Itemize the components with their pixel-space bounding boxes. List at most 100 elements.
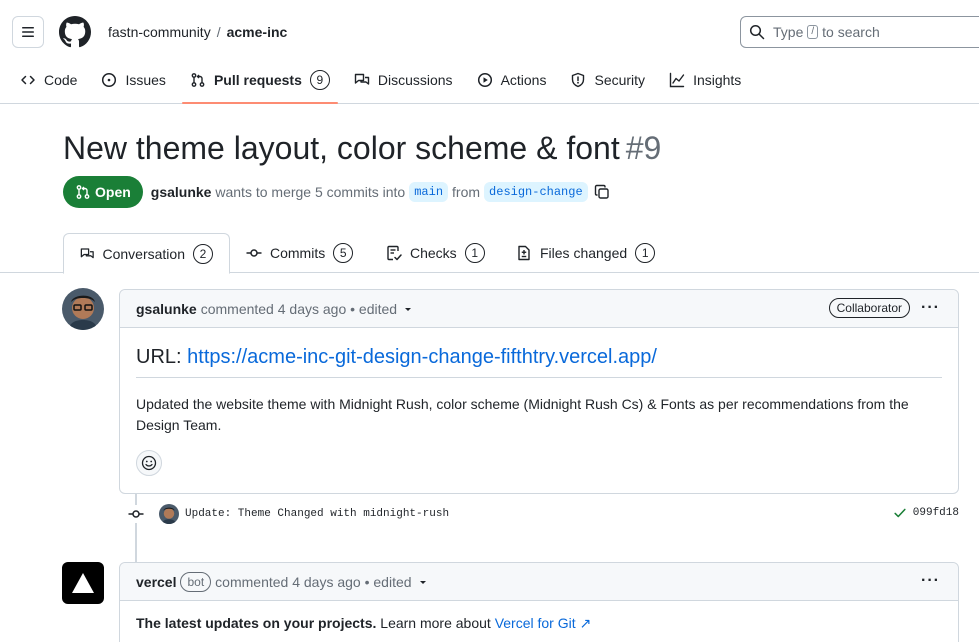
tab-label: Actions xyxy=(500,72,547,88)
body-text: Learn more about xyxy=(380,615,491,631)
avatar[interactable] xyxy=(159,504,179,524)
git-commit-icon xyxy=(127,505,145,523)
tab-security[interactable]: Security xyxy=(562,64,653,96)
checklist-icon xyxy=(387,245,402,261)
commit-sha[interactable]: 099fd18 xyxy=(913,507,959,519)
tab-label: Discussions xyxy=(377,72,453,88)
github-logo-icon[interactable] xyxy=(59,16,91,48)
tab-label: Checks xyxy=(410,245,457,261)
from-text: from xyxy=(452,184,481,200)
owner-link[interactable]: fastn-community xyxy=(108,24,211,40)
tab-label: Commits xyxy=(270,245,326,261)
commit-message[interactable]: Update: Theme Changed with midnight-rush xyxy=(185,508,449,520)
tab-label: Security xyxy=(594,72,646,88)
breadcrumb: fastn-community / acme-inc xyxy=(108,24,287,40)
vercel-logo-icon[interactable] xyxy=(62,562,104,604)
preview-url-link[interactable]: https://acme-inc-git-design-change-fifth… xyxy=(187,346,657,368)
code-icon xyxy=(21,75,35,85)
comment-heading: URL: https://acme-inc-git-design-change-… xyxy=(136,346,942,378)
base-branch[interactable]: main xyxy=(409,182,449,202)
hamburger-icon xyxy=(22,27,34,37)
graph-icon xyxy=(669,72,685,88)
commit-sha-group: 099fd18 xyxy=(893,506,959,520)
checks-count: 1 xyxy=(464,243,485,263)
add-reaction-button[interactable] xyxy=(136,450,162,476)
search-shortcut-key: / xyxy=(807,25,819,39)
tab-pull-requests[interactable]: Pull requests 9 xyxy=(181,64,338,104)
tab-label: Insights xyxy=(693,72,742,88)
search-placeholder-suffix: to search xyxy=(822,24,880,40)
search-input[interactable]: Type / to search xyxy=(740,16,979,48)
commits-count: 5 xyxy=(333,243,354,263)
search-icon xyxy=(749,24,765,40)
issue-opened-icon xyxy=(102,72,117,88)
commit-event: Update: Theme Changed with midnight-rush… xyxy=(127,502,959,526)
tab-conversation[interactable]: Conversation 2 xyxy=(63,233,230,274)
pull-request-count: 9 xyxy=(309,70,330,90)
status-badge: Open xyxy=(63,176,143,208)
tab-issues[interactable]: Issues xyxy=(93,64,173,96)
breadcrumb-separator: / xyxy=(216,24,221,40)
pr-title-text: New theme layout, color scheme & font xyxy=(63,130,620,166)
head-branch[interactable]: design-change xyxy=(484,182,588,202)
comment-header: gsalunke commented 4 days ago • edited C… xyxy=(120,290,958,328)
git-commit-icon xyxy=(246,249,262,257)
comment-discussion-icon xyxy=(354,73,370,85)
pr-tabs: Conversation 2 Commits 5 Checks 1 Files … xyxy=(0,233,979,274)
tab-label: Files changed xyxy=(540,245,628,261)
chevron-down-icon[interactable] xyxy=(418,577,428,587)
tab-label: Code xyxy=(44,72,78,88)
kebab-horizontal-icon[interactable]: ··· xyxy=(921,299,940,317)
comment-meta[interactable]: commented 4 days ago • edited xyxy=(215,574,411,590)
repo-nav: Code Issues Pull requests 9 Discussions … xyxy=(0,64,757,104)
git-pull-request-icon xyxy=(76,185,90,199)
comment-author[interactable]: vercel xyxy=(136,574,176,590)
status-label: Open xyxy=(95,184,131,200)
tab-checks[interactable]: Checks 1 xyxy=(370,233,501,273)
tab-actions[interactable]: Actions xyxy=(469,64,555,96)
pr-state-row: Open gsalunke wants to merge 5 commits i… xyxy=(63,176,610,208)
copy-icon[interactable] xyxy=(594,184,610,200)
body-bold: The latest updates on your projects. xyxy=(136,615,377,631)
shield-icon xyxy=(572,72,585,88)
smiley-icon xyxy=(141,455,157,471)
comment-body: The latest updates on your projects. Lea… xyxy=(120,601,958,642)
merge-description: gsalunke wants to merge 5 commits into xyxy=(151,184,405,200)
comment-header: vercel bot commented 4 days ago • edited… xyxy=(120,563,958,601)
files-changed-count: 1 xyxy=(635,243,656,263)
check-icon[interactable] xyxy=(893,506,907,520)
chevron-down-icon[interactable] xyxy=(403,304,413,314)
comment-box: vercel bot commented 4 days ago • edited… xyxy=(119,562,959,642)
avatar[interactable] xyxy=(62,288,104,330)
repo-link[interactable]: acme-inc xyxy=(227,24,288,40)
tab-code[interactable]: Code xyxy=(12,64,85,96)
play-icon xyxy=(477,72,492,88)
vercel-for-git-link[interactable]: Vercel for Git ↗ xyxy=(495,615,592,631)
pr-author-link[interactable]: gsalunke xyxy=(151,184,212,200)
file-diff-icon xyxy=(518,245,530,261)
comment-box: gsalunke commented 4 days ago • edited C… xyxy=(119,289,959,494)
tab-label: Conversation xyxy=(102,245,186,262)
git-pull-request-icon xyxy=(191,73,205,87)
tab-files-changed[interactable]: Files changed 1 xyxy=(500,233,671,273)
pr-number: #9 xyxy=(625,130,662,166)
kebab-horizontal-icon[interactable]: ··· xyxy=(921,572,940,590)
comment-discussion-icon xyxy=(80,247,94,258)
comment-body: Updated the website theme with Midnight … xyxy=(136,396,909,433)
search-placeholder-prefix: Type xyxy=(773,24,804,40)
comment-author[interactable]: gsalunke xyxy=(136,301,197,317)
tab-discussions[interactable]: Discussions xyxy=(346,64,461,96)
conversation-count: 2 xyxy=(193,243,213,264)
tab-label: Pull requests xyxy=(213,72,302,88)
tab-insights[interactable]: Insights xyxy=(661,64,749,96)
bot-badge: bot xyxy=(180,571,212,592)
menu-button[interactable] xyxy=(12,16,44,48)
app-header: fastn-community / acme-inc Type / to searc… xyxy=(0,0,979,104)
tab-label: Issues xyxy=(125,72,166,88)
page-title: New theme layout, color scheme & font #9 xyxy=(63,130,661,167)
tab-commits[interactable]: Commits 5 xyxy=(230,233,369,273)
url-label: URL: xyxy=(136,346,182,368)
collaborator-badge: Collaborator xyxy=(828,298,910,318)
comment-meta[interactable]: commented 4 days ago • edited xyxy=(201,301,397,317)
merge-text: wants to merge 5 commits into xyxy=(215,184,406,200)
